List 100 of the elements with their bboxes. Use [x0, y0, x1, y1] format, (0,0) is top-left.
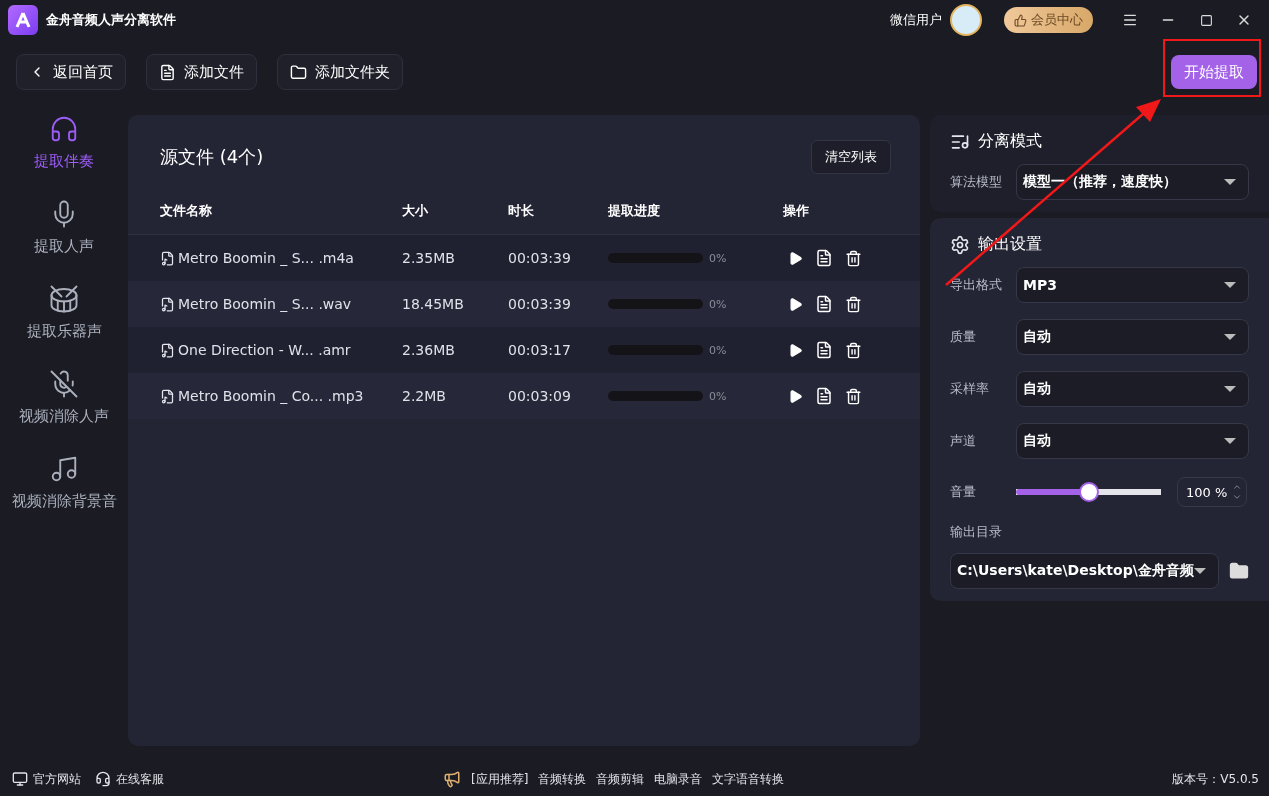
directory-select[interactable]: C:\Users\kate\Desktop\金舟音频	[950, 553, 1219, 589]
avatar[interactable]	[950, 4, 982, 36]
caret-icon	[1193, 568, 1206, 574]
music-file-icon	[160, 250, 175, 266]
option-select[interactable]: MP3	[1016, 267, 1249, 303]
version-text: 版本号：V5.0.5	[1172, 770, 1259, 788]
settings-icon	[950, 234, 970, 255]
caret-icon	[1224, 334, 1236, 340]
music-file-icon	[160, 342, 175, 358]
promo-link[interactable]: 音频剪辑	[596, 770, 645, 788]
promo-link[interactable]: 文字语音转换	[712, 770, 785, 788]
app-logo	[8, 5, 38, 35]
promo-link[interactable]: 电脑录音	[654, 770, 703, 788]
delete-icon[interactable]	[845, 249, 862, 267]
panel-title: 源文件 (4个)	[160, 145, 264, 169]
delete-icon[interactable]	[845, 341, 862, 359]
file-size: 2.35MB	[402, 250, 456, 266]
progress-text: 0%	[709, 251, 727, 265]
column-header: 文件名称	[160, 202, 213, 220]
progress-text: 0%	[709, 297, 727, 311]
field-label: 导出格式	[950, 276, 1003, 294]
field-label: 采样率	[950, 380, 990, 398]
file-row[interactable]: One Direction - W... .amr 2.36MB 00:03:17 0%	[128, 327, 920, 373]
caret-icon	[1224, 386, 1236, 392]
sidebar-item[interactable]: 提取伴奏	[34, 114, 94, 171]
user-name[interactable]: 微信用户	[890, 11, 942, 29]
option-select[interactable]: 自动	[1016, 319, 1249, 355]
monitor-icon	[12, 771, 28, 787]
megaphone-icon	[443, 770, 461, 788]
promo-link[interactable]: 音频转换	[538, 770, 587, 788]
file-size: 2.2MB	[402, 388, 447, 404]
volume-spinbox[interactable]: 100 %	[1177, 477, 1247, 507]
caret-icon	[1224, 179, 1236, 185]
sidebar-icon	[49, 369, 79, 399]
vip-button[interactable]: 会员中心	[1004, 7, 1093, 33]
column-header: 大小	[402, 202, 429, 220]
file-duration: 00:03:17	[508, 342, 572, 358]
thumbs-up-icon	[1014, 13, 1027, 27]
field-label: 质量	[950, 328, 977, 346]
folder-icon	[290, 63, 307, 81]
delete-icon[interactable]	[845, 387, 862, 405]
start-button[interactable]: 开始提取	[1171, 55, 1257, 89]
sidebar-icon	[49, 284, 79, 314]
sidebar-item[interactable]: 提取乐器声	[26, 284, 102, 341]
sidebar-item[interactable]: 提取人声	[34, 199, 94, 256]
promo-label: [应用推荐]	[471, 770, 529, 788]
music-file-icon	[160, 296, 175, 312]
file-size: 18.45MB	[402, 296, 465, 312]
file-size: 2.36MB	[402, 342, 456, 358]
sidebar-item[interactable]: 视频消除人声	[19, 369, 109, 426]
file-name: One Direction - W... .amr	[178, 342, 351, 358]
section-title: 分离模式	[978, 131, 1042, 152]
sidebar-item[interactable]: 视频消除背景音	[11, 454, 117, 511]
add-file-button[interactable]: 添加文件	[146, 54, 257, 90]
play-icon[interactable]	[788, 342, 803, 358]
play-icon[interactable]	[788, 250, 803, 266]
file-name: Metro Boomin _ S... .m4a	[178, 250, 354, 266]
progress-text: 0%	[709, 389, 727, 403]
option-select[interactable]: 自动	[1016, 371, 1249, 407]
sidebar-icon	[49, 114, 79, 144]
file-duration: 00:03:39	[508, 296, 572, 312]
document-icon	[159, 63, 176, 81]
folder-icon[interactable]	[1228, 561, 1249, 581]
edit-file-icon[interactable]	[815, 341, 833, 359]
play-icon[interactable]	[788, 296, 803, 312]
edit-file-icon[interactable]	[815, 295, 833, 313]
sidebar-icon	[49, 454, 79, 484]
file-row[interactable]: Metro Boomin _ Co... .mp3 2.2MB 00:03:09 0%	[128, 373, 920, 419]
caret-icon	[1224, 438, 1236, 444]
footer-link[interactable]: 官方网站	[12, 770, 81, 788]
file-row[interactable]: Metro Boomin _ S... .m4a 2.35MB 00:03:39 0%	[128, 235, 920, 281]
field-label: 算法模型	[950, 173, 1003, 191]
slider-thumb[interactable]	[1078, 482, 1099, 502]
delete-icon[interactable]	[845, 295, 862, 313]
caret-icon	[1224, 282, 1236, 288]
file-duration: 00:03:39	[508, 250, 572, 266]
edit-file-icon[interactable]	[815, 249, 833, 267]
column-header: 提取进度	[608, 202, 661, 220]
field-label: 音量	[950, 483, 977, 501]
option-select[interactable]: 自动	[1016, 423, 1249, 459]
music-file-icon	[160, 388, 175, 404]
back-button[interactable]: 返回首页	[16, 54, 126, 90]
field-label: 输出目录	[950, 523, 1003, 541]
column-header: 操作	[783, 202, 810, 220]
decrement-icon[interactable]	[1232, 492, 1242, 502]
play-icon[interactable]	[788, 388, 803, 404]
footer-link[interactable]: 在线客服	[95, 770, 164, 788]
window-title: 金舟音频人声分离软件	[46, 11, 177, 29]
model-select[interactable]: 模型一（推荐，速度快）	[1016, 164, 1249, 200]
clear-list-button[interactable]: 清空列表	[811, 140, 891, 174]
increment-icon[interactable]	[1232, 482, 1242, 492]
file-name: Metro Boomin _ Co... .mp3	[178, 388, 364, 404]
file-row[interactable]: Metro Boomin _ S... .wav 18.45MB 00:03:39 0%	[128, 281, 920, 327]
field-label: 声道	[950, 432, 977, 450]
headset-icon	[95, 771, 111, 787]
edit-file-icon[interactable]	[815, 387, 833, 405]
column-header: 时长	[508, 202, 535, 220]
file-name: Metro Boomin _ S... .wav	[178, 296, 352, 312]
progress-text: 0%	[709, 343, 727, 357]
add-folder-button[interactable]: 添加文件夹	[277, 54, 403, 90]
